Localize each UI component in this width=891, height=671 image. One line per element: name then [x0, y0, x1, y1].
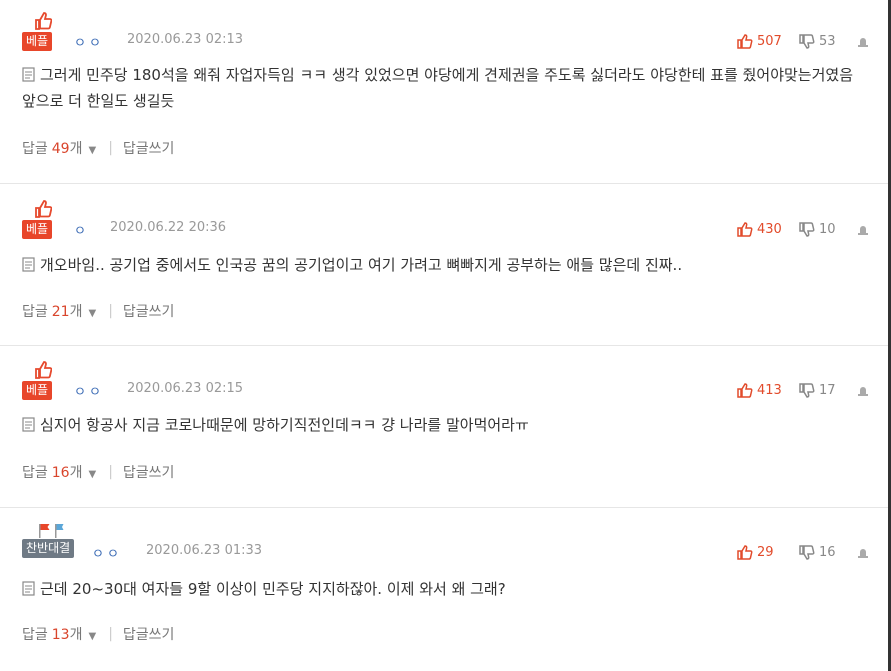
reply-unit: 개	[69, 141, 83, 157]
badge-label: 베플	[22, 381, 53, 400]
comment-text: 개오바임.. 공기업 중에서도 인국공 꿈의 공기업이고 여기 가려고 뼈빠지게…	[22, 252, 871, 278]
thumb-up-icon	[737, 33, 753, 49]
comment-text: 심지어 항공사 지금 코로나때문에 망하기직전인데ㅋㅋ 걍 나라를 말아먹어라ㅠ	[22, 412, 871, 438]
reply-bar: 답글 13개 ▼ | 답글쓰기	[22, 624, 174, 644]
reply-count: 49	[51, 141, 70, 157]
comment-list: 베플 ㅇㅇ 2020.06.23 02:13 507 53 그러게 민주당 18…	[0, 0, 891, 671]
chevron-down-icon: ▼	[88, 469, 97, 480]
reply-label: 답글	[22, 465, 48, 481]
reply-label: 답글	[22, 141, 48, 157]
downvote-count: 10	[819, 221, 836, 237]
thumb-up-icon	[737, 221, 753, 237]
comment-body: 근데 20~30대 여자들 9할 이상이 민주당 지지하잖아. 이제 와서 왜 …	[40, 580, 506, 598]
document-icon	[22, 67, 35, 82]
thumb-up-icon	[737, 382, 753, 398]
chevron-down-icon: ▼	[88, 631, 97, 642]
comment-item: 베플 ㅇ 2020.06.22 20:36 430 10 개오바임.. 공기업 …	[0, 184, 891, 346]
upvote-count: 29	[757, 544, 774, 560]
thumb-down-icon	[799, 33, 815, 49]
divider: |	[108, 303, 113, 319]
reply-unit: 개	[69, 465, 83, 481]
comment-text: 그러게 민주당 180석을 왜줘 자업자득임 ㅋㅋ 생각 있었으면 야당에게 견…	[22, 62, 871, 114]
vote-area: 413 17	[737, 381, 869, 399]
thumbs-up-icon	[34, 360, 53, 380]
timestamp: 2020.06.22 20:36	[110, 220, 227, 235]
reply-unit: 개	[69, 304, 83, 320]
write-reply-link[interactable]: 답글쓰기	[123, 462, 175, 482]
thumb-down-icon	[799, 221, 815, 237]
nickname[interactable]: ㅇㅇ	[92, 543, 122, 562]
reply-toggle[interactable]: 답글 13개 ▼	[22, 624, 96, 644]
downvote-count: 17	[819, 382, 836, 398]
vote-area: 430 10	[737, 220, 869, 238]
reply-toggle[interactable]: 답글 16개 ▼	[22, 462, 96, 482]
divider: |	[108, 140, 113, 156]
reply-bar: 답글 16개 ▼ | 답글쓰기	[22, 462, 174, 482]
upvote-count: 413	[757, 382, 782, 398]
downvote-button[interactable]: 10	[799, 222, 853, 237]
downvote-count: 53	[819, 33, 836, 49]
reply-toggle[interactable]: 답글 49개 ▼	[22, 138, 96, 158]
reply-count: 16	[51, 465, 70, 481]
reply-bar: 답글 49개 ▼ | 답글쓰기	[22, 138, 174, 158]
reply-bar: 답글 21개 ▼ | 답글쓰기	[22, 301, 174, 321]
downvote-button[interactable]: 16	[799, 545, 853, 560]
thumb-up-icon	[737, 544, 753, 560]
timestamp: 2020.06.23 02:15	[127, 381, 244, 396]
reply-count: 13	[51, 627, 70, 643]
reply-label: 답글	[22, 304, 48, 320]
document-icon	[22, 257, 35, 272]
siren-icon[interactable]	[853, 223, 869, 236]
comment-body: 그러게 민주당 180석을 왜줘 자업자득임 ㅋㅋ 생각 있었으면 야당에게 견…	[22, 66, 853, 110]
comment-item: 베플 ㅇㅇ 2020.06.23 02:15 413 17 심지어 항공사 지금…	[0, 346, 891, 508]
reply-unit: 개	[69, 627, 83, 643]
chevron-down-icon: ▼	[88, 145, 97, 156]
vote-area: 507 53	[737, 32, 869, 50]
write-reply-link[interactable]: 답글쓰기	[123, 624, 175, 644]
upvote-count: 507	[757, 33, 782, 49]
upvote-button[interactable]: 413	[737, 383, 799, 398]
thumb-down-icon	[799, 544, 815, 560]
timestamp: 2020.06.23 01:33	[146, 543, 263, 558]
document-icon	[22, 417, 35, 432]
flags-icon	[36, 522, 64, 540]
upvote-count: 430	[757, 221, 782, 237]
thumb-down-icon	[799, 382, 815, 398]
comment-item: 찬반대결 ㅇㅇ 2020.06.23 01:33 29 16 근데 20~30대…	[0, 508, 891, 671]
document-icon	[22, 581, 35, 596]
badge-label: 베플	[22, 220, 53, 239]
upvote-button[interactable]: 507	[737, 34, 799, 49]
downvote-button[interactable]: 17	[799, 383, 853, 398]
comment-body: 개오바임.. 공기업 중에서도 인국공 꿈의 공기업이고 여기 가려고 뼈빠지게…	[40, 256, 683, 274]
thumbs-up-icon	[34, 11, 53, 31]
write-reply-link[interactable]: 답글쓰기	[123, 301, 175, 321]
badge-label: 베플	[22, 32, 53, 51]
timestamp: 2020.06.23 02:13	[127, 32, 244, 47]
siren-icon[interactable]	[853, 546, 869, 559]
write-reply-link[interactable]: 답글쓰기	[123, 138, 175, 158]
reply-count: 21	[51, 304, 70, 320]
downvote-count: 16	[819, 544, 836, 560]
thumbs-up-icon	[34, 199, 53, 219]
comment-body: 심지어 항공사 지금 코로나때문에 망하기직전인데ㅋㅋ 걍 나라를 말아먹어라ㅠ	[40, 416, 529, 434]
reply-label: 답글	[22, 627, 48, 643]
downvote-button[interactable]: 53	[799, 34, 853, 49]
badge-label: 찬반대결	[22, 539, 75, 558]
chevron-down-icon: ▼	[88, 308, 97, 319]
comment-item: 베플 ㅇㅇ 2020.06.23 02:13 507 53 그러게 민주당 18…	[0, 0, 891, 184]
siren-icon[interactable]	[853, 384, 869, 397]
vote-area: 29 16	[737, 543, 869, 561]
comment-text: 근데 20~30대 여자들 9할 이상이 민주당 지지하잖아. 이제 와서 왜 …	[22, 576, 871, 602]
upvote-button[interactable]: 29	[737, 545, 799, 560]
nickname[interactable]: ㅇㅇ	[74, 381, 104, 400]
nickname[interactable]: ㅇ	[74, 220, 89, 239]
nickname[interactable]: ㅇㅇ	[74, 32, 104, 51]
divider: |	[108, 464, 113, 480]
reply-toggle[interactable]: 답글 21개 ▼	[22, 301, 96, 321]
siren-icon[interactable]	[853, 35, 869, 48]
upvote-button[interactable]: 430	[737, 222, 799, 237]
divider: |	[108, 626, 113, 642]
